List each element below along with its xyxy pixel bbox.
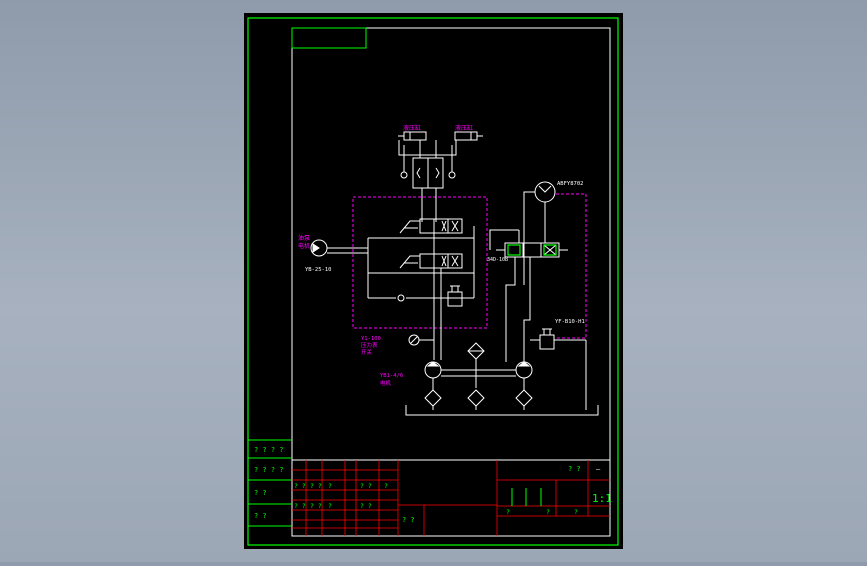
label-pump-left-model: YB-25-10 <box>305 267 332 273</box>
label-pump-left-top: 油泵 <box>298 234 310 242</box>
tb-mid-4: ? ? <box>360 482 372 490</box>
tb-bottom-cell: ? ? <box>402 516 415 524</box>
cad-drawing[interactable]: ? ? ? ? ? ? ? ? ? ? ? ? ? ? ? ? ? ? ? ? … <box>0 0 867 562</box>
label-gauge-model: Y1-100 <box>361 336 381 342</box>
left-cell-4: ? ? <box>254 512 267 520</box>
left-cell-1: ? ? ? ? <box>254 446 284 454</box>
left-cell-2: ? ? ? ? <box>254 466 284 474</box>
left-cell-3: ? ? <box>254 489 267 497</box>
tb-mid-5: ? <box>384 482 388 490</box>
label-gauge-sub2: 开关 <box>361 348 373 356</box>
tb-scale: 1:1 <box>592 492 612 505</box>
tb-mid-8: ? <box>328 502 332 510</box>
tb-right-row-2: ? <box>546 508 550 516</box>
label-gauge-sub: 压力表 <box>361 341 378 349</box>
tb-right-top-1: ? ? <box>568 465 581 473</box>
label-pump-bottom-sub: 电机 <box>380 379 392 387</box>
tb-right-row-3: ? <box>574 508 578 516</box>
tb-mid-6: ? ? <box>294 502 306 510</box>
label-pump-left-sub: 电机 <box>298 242 310 250</box>
tb-mid-9: ? ? <box>360 502 372 510</box>
viewport: ? ? ? ? ? ? ? ? ? ? ? ? ? ? ? ? ? ? ? ? … <box>0 0 867 562</box>
label-cylinder-right: 液压缸 <box>455 124 473 132</box>
label-relief-right: YF-B10-H1 <box>555 319 585 325</box>
tb-right-row-1: ? <box>506 508 510 516</box>
label-pump-bottom: YB1-4/6 <box>380 373 403 379</box>
tb-mid-3: ? <box>328 482 332 490</box>
label-motor-right: ABFY8702 <box>557 181 584 187</box>
tb-mid-7: ? ? <box>310 502 322 510</box>
label-valve-right: 34D-10B <box>487 257 508 263</box>
label-cylinder-left: 液压缸 <box>403 124 421 132</box>
tb-mid-2: ? ? <box>310 482 322 490</box>
tb-mid-1: ? ? <box>294 482 306 490</box>
